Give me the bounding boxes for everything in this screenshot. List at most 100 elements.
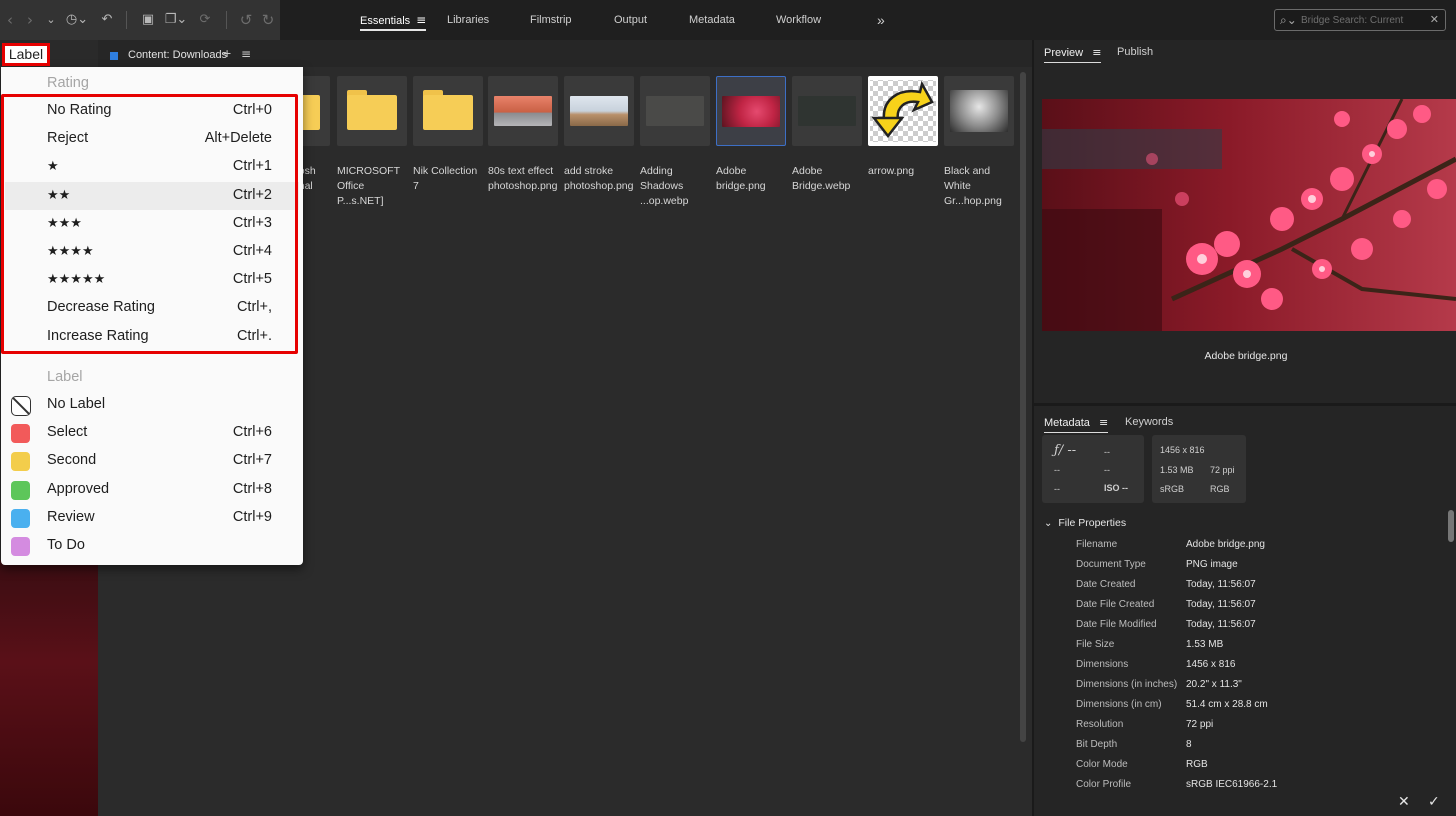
property-value[interactable]: 1456 x 816	[1186, 655, 1236, 675]
thumbnail-image[interactable]	[792, 76, 862, 146]
menu-item-label-option[interactable]: To Do	[5, 532, 299, 560]
menu-icon[interactable]: ≡	[1092, 46, 1101, 59]
thumbnail-label[interactable]: Nik Collection 7	[413, 164, 485, 194]
metadata-scrollbar[interactable]	[1448, 510, 1454, 542]
chevron-down-icon[interactable]: ⌄	[44, 10, 58, 30]
workspace-output[interactable]: Output	[614, 0, 647, 40]
workspace-workflow[interactable]: Workflow	[776, 0, 821, 40]
preview-image[interactable]	[1042, 99, 1456, 331]
thumbnail-image[interactable]	[640, 76, 710, 146]
thumbnail-folder[interactable]	[337, 76, 407, 146]
thumbnail-image-selected[interactable]	[716, 76, 786, 146]
boomerang-icon[interactable]: ↶	[98, 10, 116, 30]
clear-search-icon[interactable]: ✕	[1430, 13, 1439, 26]
workspace-libraries[interactable]: Libraries	[447, 0, 489, 40]
tab-metadata[interactable]: Metadata ≡	[1044, 416, 1109, 433]
menu-item-rating[interactable]: Decrease Rating Ctrl+,	[5, 294, 299, 322]
tab-keywords[interactable]: Keywords	[1125, 416, 1173, 428]
thumbnail-label[interactable]: add stroke photoshop.png	[564, 164, 636, 194]
property-value[interactable]: 72 ppi	[1186, 715, 1213, 735]
menu-item-label-option[interactable]: Second Ctrl+7	[5, 447, 299, 475]
add-tab-icon[interactable]: +	[223, 45, 231, 61]
thumbnail-label[interactable]: Black and White Gr...hop.png	[944, 164, 1016, 209]
menu-item-rating[interactable]: ★★ Ctrl+2	[5, 181, 299, 210]
recent-history-icon[interactable]: ◷⌄	[64, 10, 90, 30]
thumbnail-label[interactable]: Adobe bridge.png	[716, 164, 788, 194]
property-value[interactable]: RGB	[1186, 755, 1208, 775]
thumbnail-image[interactable]	[488, 76, 558, 146]
menu-item-label: ★★★★	[47, 244, 94, 259]
camera-icon[interactable]: ▣	[138, 10, 158, 30]
menu-item-label: ★★★★★	[47, 272, 106, 288]
property-row: Date File Modified Today, 11:56:07	[1076, 615, 1446, 635]
content-tab-title[interactable]: Content: Downloads	[128, 49, 227, 61]
menu-item-rating[interactable]: Reject Alt+Delete	[5, 125, 299, 153]
workspace-label: Filmstrip	[530, 14, 572, 26]
menu-item-label-option[interactable]: Approved Ctrl+8	[5, 476, 299, 504]
thumbnail-label[interactable]: Adding Shadows ...op.webp	[640, 164, 712, 209]
search-field[interactable]: ⌕⌄ ✕	[1274, 9, 1446, 31]
file-size-value: 1.53 MB	[1160, 465, 1194, 475]
workspace-essentials[interactable]: Essentials ≡	[360, 0, 427, 40]
thumbnail-image[interactable]	[944, 76, 1014, 146]
menu-item-rating[interactable]: ★★★★★ Ctrl+5	[5, 266, 299, 294]
more-workspaces-button[interactable]: »	[877, 0, 885, 40]
menu-item-rating[interactable]: ★★★★ Ctrl+4	[5, 238, 299, 266]
property-value[interactable]: 1.53 MB	[1186, 635, 1223, 655]
menu-item-shortcut: Ctrl+.	[236, 327, 272, 344]
property-value[interactable]: Today, 11:56:07	[1186, 615, 1256, 635]
thumbnail-label[interactable]: MICROSOFT Office P...s.NET]	[337, 164, 409, 209]
menu-item-rating[interactable]: ★ Ctrl+1	[5, 153, 299, 181]
forward-icon[interactable]: ›	[24, 10, 36, 30]
workspace-metadata[interactable]: Metadata	[689, 0, 735, 40]
refine-icon[interactable]: ❐⌄	[162, 10, 190, 30]
content-scrollbar[interactable]	[1020, 72, 1026, 742]
menu-item-rating[interactable]: Increase Rating Ctrl+.	[5, 323, 299, 351]
open-recent-icon[interactable]: ⟳	[196, 10, 214, 30]
property-value[interactable]: 20.2" x 11.3"	[1186, 675, 1242, 695]
menu-icon[interactable]: ≡	[1099, 416, 1108, 429]
exposure-comp-value: --	[1054, 465, 1060, 475]
file-properties-header[interactable]: ⌄ File Properties	[1044, 517, 1126, 529]
thumbnail-image[interactable]	[564, 76, 634, 146]
rotate-right-icon[interactable]: ↻	[258, 10, 278, 30]
property-value[interactable]: Today, 11:56:07	[1186, 575, 1256, 595]
tab-label: Preview	[1044, 47, 1084, 59]
workspace-filmstrip[interactable]: Filmstrip	[530, 0, 572, 40]
menu-item-label-option[interactable]: Review Ctrl+9	[5, 504, 299, 532]
rotate-left-icon[interactable]: ↺	[236, 10, 256, 30]
menu-item-label: ★	[47, 159, 59, 175]
chevron-down-icon[interactable]: ⌄	[1044, 518, 1052, 529]
thumbnail-label[interactable]: 80s text effect photoshop.png	[488, 164, 560, 194]
menu-item-shortcut: Ctrl+2	[232, 186, 272, 203]
thumbnail-label[interactable]: Adobe Bridge.webp	[792, 164, 864, 194]
tab-publish[interactable]: Publish	[1117, 46, 1153, 58]
workspace-label: Essentials	[360, 15, 411, 27]
property-value[interactable]: PNG image	[1186, 555, 1238, 575]
thumbnail-folder[interactable]	[413, 76, 483, 146]
back-icon[interactable]: ‹	[4, 10, 16, 30]
menu-item-label-option[interactable]: No Label	[5, 391, 299, 419]
exposure-value: --	[1104, 447, 1110, 457]
label-menu-button[interactable]: Label	[2, 43, 50, 66]
search-input[interactable]	[1301, 12, 1423, 28]
menu-item-label-option[interactable]: Select Ctrl+6	[5, 419, 299, 447]
property-value[interactable]: 8	[1186, 735, 1192, 755]
menu-item-rating[interactable]: No Rating Ctrl+0	[5, 97, 299, 125]
cancel-icon[interactable]: ✕	[1398, 794, 1410, 810]
property-value[interactable]: 51.4 cm x 28.8 cm	[1186, 695, 1268, 715]
panel-menu-icon[interactable]: ≡	[241, 47, 251, 61]
property-key: Color Mode	[1076, 759, 1128, 770]
apply-icon[interactable]: ✓	[1428, 794, 1440, 810]
menu-icon[interactable]: ≡	[416, 13, 426, 27]
property-value[interactable]: Adobe bridge.png	[1186, 535, 1265, 555]
thumbnail-image[interactable]	[868, 76, 938, 146]
panel-divider[interactable]	[1034, 403, 1456, 406]
thumbnail-label[interactable]: arrow.png	[868, 164, 940, 179]
tab-preview[interactable]: Preview ≡	[1044, 46, 1102, 63]
property-row: Dimensions (in inches) 20.2" x 11.3"	[1076, 675, 1446, 695]
menu-item-label: Decrease Rating	[47, 299, 155, 316]
property-value[interactable]: Today, 11:56:07	[1186, 595, 1256, 615]
property-row: Filename Adobe bridge.png	[1076, 535, 1446, 555]
menu-item-rating[interactable]: ★★★ Ctrl+3	[5, 210, 299, 238]
